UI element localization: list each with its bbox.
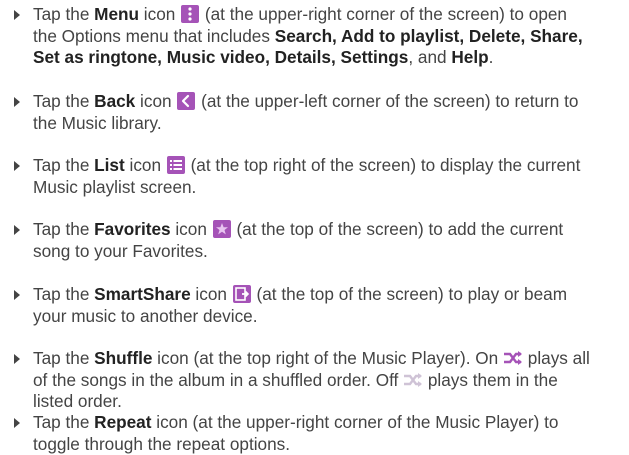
item-text: Tap the	[33, 412, 95, 432]
bullet-icon	[14, 225, 20, 235]
list-icon	[166, 156, 185, 174]
item-text: (at the upper-left corner of the screen)…	[196, 91, 579, 111]
smartshare-icon	[232, 285, 251, 303]
item-text: song to your Favorites.	[33, 240, 208, 261]
shuffle-label: Shuffle	[94, 348, 153, 368]
item-text: icon	[190, 284, 232, 304]
help-label: Help	[451, 47, 489, 67]
item-text: the Options menu that includes	[33, 25, 275, 46]
item-text: Tap the	[33, 91, 95, 111]
item-text: icon	[139, 4, 181, 24]
list-label: List	[94, 155, 125, 175]
item-text: .	[488, 47, 494, 67]
item-text: plays them in the	[423, 369, 558, 390]
item-text: of the songs in the album in a shuffled …	[33, 369, 404, 390]
menu-options-label: Search, Add to playlist, Delete, Share,	[274, 25, 583, 46]
bullet-icon	[14, 290, 20, 300]
item-text: (at the upper-right corner of the screen…	[200, 4, 567, 24]
item-text: listed order.	[33, 391, 122, 411]
bullet-icon	[14, 354, 20, 364]
item-text: icon	[124, 155, 166, 175]
shuffle-off-icon	[403, 371, 423, 387]
smartshare-label: SmartShare	[94, 284, 191, 304]
item-text: icon	[135, 91, 177, 111]
favorites-icon	[212, 220, 231, 238]
item-text: Tap the	[33, 219, 95, 239]
item-text: your music to another device.	[33, 305, 258, 326]
menu-icon	[181, 5, 200, 23]
item-text: the Music library.	[33, 112, 162, 133]
bullet-icon	[14, 10, 20, 20]
bullet-icon	[14, 161, 20, 171]
back-label: Back	[94, 91, 136, 111]
item-text: , and	[408, 47, 452, 67]
bullet-icon	[14, 97, 20, 107]
menu-label: Menu	[94, 4, 140, 24]
item-text: icon (at the upper-right corner of the M…	[151, 412, 559, 432]
item-text: (at the top of the screen) to add the cu…	[231, 219, 564, 239]
item-text: (at the top right of the screen) to disp…	[185, 155, 581, 175]
item-text: plays all	[523, 348, 590, 368]
item-text: Tap the	[33, 4, 95, 24]
shuffle-on-icon	[503, 349, 523, 365]
instruction-list: Tap the Menu icon (at the upper-right co…	[0, 0, 629, 454]
item-text: Music playlist screen.	[33, 176, 197, 197]
item-text: (at the top of the screen) to play or be…	[251, 284, 568, 304]
item-text: icon	[170, 219, 212, 239]
item-text: toggle through the repeat options.	[33, 433, 291, 454]
item-text: icon (at the top right of the Music Play…	[152, 348, 503, 368]
item-text: Tap the	[33, 348, 95, 368]
back-icon	[177, 92, 196, 110]
repeat-label: Repeat	[94, 412, 152, 432]
item-text: Tap the	[33, 284, 95, 304]
menu-options-label: Set as ringtone, Music video, Details, S…	[33, 47, 409, 67]
favorites-label: Favorites	[94, 219, 171, 239]
item-text: Tap the	[33, 155, 95, 175]
bullet-icon	[14, 418, 20, 428]
